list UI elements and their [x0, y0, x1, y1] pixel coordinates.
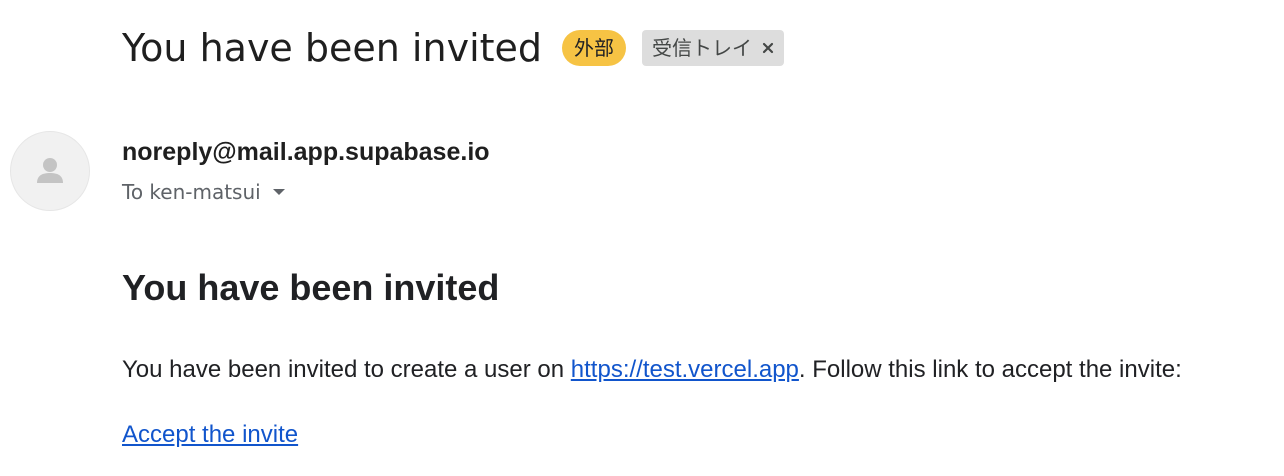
email-view: You have been invited 外部 受信トレイ noreply@m…	[0, 0, 1284, 476]
recipient-text: To ken-matsui	[122, 180, 261, 204]
label-inbox-chip[interactable]: 受信トレイ	[642, 30, 785, 66]
body-text-after-link: . Follow this link to accept the invite:	[798, 356, 1182, 383]
close-icon[interactable]	[760, 40, 776, 56]
body-paragraph: You have been invited to create a user o…	[122, 354, 1182, 386]
site-link[interactable]: https://test.vercel.app	[571, 356, 799, 383]
accept-row: Accept the invite	[122, 419, 298, 451]
label-inbox-text: 受信トレイ	[652, 36, 753, 60]
accept-invite-link[interactable]: Accept the invite	[122, 421, 298, 448]
body-heading: You have been invited	[122, 267, 500, 308]
recipient-line: To ken-matsui	[122, 176, 287, 208]
person-icon	[37, 158, 63, 183]
caret-down-icon[interactable]	[271, 184, 287, 200]
sender-avatar[interactable]	[10, 131, 90, 211]
sender-address[interactable]: noreply@mail.app.supabase.io	[122, 136, 490, 168]
label-external-badge: 外部	[562, 30, 627, 66]
subject-row: You have been invited 外部 受信トレイ	[122, 22, 785, 74]
email-subject: You have been invited	[122, 26, 543, 70]
body-text-before-link: You have been invited to create a user o…	[122, 356, 571, 383]
